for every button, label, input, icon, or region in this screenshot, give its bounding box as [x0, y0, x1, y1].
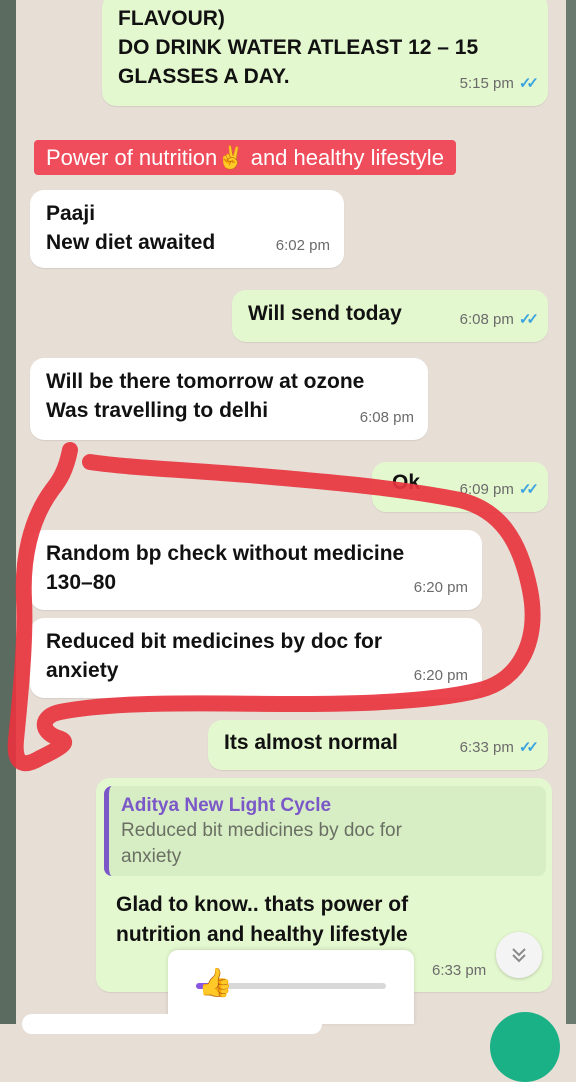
quoted-message[interactable]: Aditya New Light Cycle Reduced bit medic… — [104, 786, 546, 876]
scroll-down-button[interactable] — [496, 932, 542, 978]
message-line: Will be there tomorrow at ozone — [46, 370, 365, 393]
message-meta: 6:08 pm — [360, 403, 414, 432]
chat-wallpaper-left — [0, 0, 16, 1024]
message-meta: 6:33 pm ✓✓ — [459, 733, 539, 762]
message-meta: 5:15 pm ✓✓ — [459, 69, 539, 98]
message-outgoing-send-today[interactable]: Will send today 6:08 pm ✓✓ — [232, 290, 548, 342]
chevrons-down-icon — [512, 948, 526, 963]
message-outgoing-almost-normal[interactable]: Its almost normal 6:33 pm ✓✓ — [208, 720, 548, 770]
message-line: Reduced bit medicines by doc for — [46, 630, 383, 653]
message-line: 130–80 — [46, 571, 117, 594]
message-line: Was travelling to delhi — [46, 399, 269, 422]
message-meta: 6:08 pm ✓✓ — [459, 305, 539, 334]
thumbs-up-icon[interactable]: 👍 — [198, 968, 233, 998]
message-time: 6:33 pm — [432, 962, 487, 979]
message-line: Paaji — [46, 202, 96, 225]
message-incoming-medicines[interactable]: Reduced bit medicines by doc for anxiety… — [30, 618, 482, 698]
message-time: 6:20 pm — [413, 579, 468, 596]
reaction-bar[interactable]: 👍 — [168, 950, 414, 1024]
message-time: 6:20 pm — [413, 667, 468, 684]
read-ticks-icon: ✓✓ — [518, 311, 539, 328]
quoted-line: Reduced bit medicines by doc for — [121, 820, 402, 841]
read-ticks-icon: ✓✓ — [518, 481, 539, 498]
read-ticks-icon: ✓✓ — [518, 75, 539, 92]
message-line: nutrition and healthy lifestyle — [116, 923, 408, 946]
message-line: DO DRINK WATER ATLEAST 12 – 15 — [118, 36, 479, 59]
reply-body: Glad to know.. thats power of nutrition … — [116, 890, 408, 950]
next-message-edge — [22, 1014, 322, 1034]
chat-wallpaper-right — [566, 0, 576, 1024]
message-time: 6:33 pm — [459, 739, 514, 756]
message-incoming-diet[interactable]: Paaji New diet awaited 6:02 pm — [30, 190, 344, 268]
message-time: 6:08 pm — [359, 409, 414, 426]
message-outgoing-water[interactable]: FLAVOUR) DO DRINK WATER ATLEAST 12 – 15 … — [102, 0, 548, 106]
message-time: 6:09 pm — [459, 481, 514, 498]
message-time: 5:15 pm — [459, 75, 514, 92]
message-incoming-bp-check[interactable]: Random bp check without medicine 130–80 … — [30, 530, 482, 610]
message-time: 6:02 pm — [275, 237, 330, 254]
message-meta: 6:20 pm — [414, 573, 468, 602]
compose-button[interactable] — [490, 1012, 560, 1082]
message-line: FLAVOUR) — [118, 7, 225, 30]
message-line: Glad to know.. thats power of — [116, 893, 409, 916]
message-meta: 6:20 pm — [414, 661, 468, 690]
message-outgoing-ok[interactable]: Ok 6:09 pm ✓✓ — [372, 462, 548, 512]
quoted-sender: Aditya New Light Cycle — [121, 795, 332, 816]
read-ticks-icon: ✓✓ — [518, 739, 539, 756]
message-line: anxiety — [46, 659, 119, 682]
quoted-line: anxiety — [121, 846, 182, 867]
message-time: 6:08 pm — [459, 311, 514, 328]
message-incoming-ozone[interactable]: Will be there tomorrow at ozone Was trav… — [30, 358, 428, 440]
message-line: Random bp check without medicine — [46, 542, 405, 565]
message-meta: 6:02 pm — [276, 231, 330, 260]
message-meta: 6:09 pm ✓✓ — [459, 475, 539, 504]
chat-label: Power of nutrition✌️ and healthy lifesty… — [34, 140, 456, 175]
